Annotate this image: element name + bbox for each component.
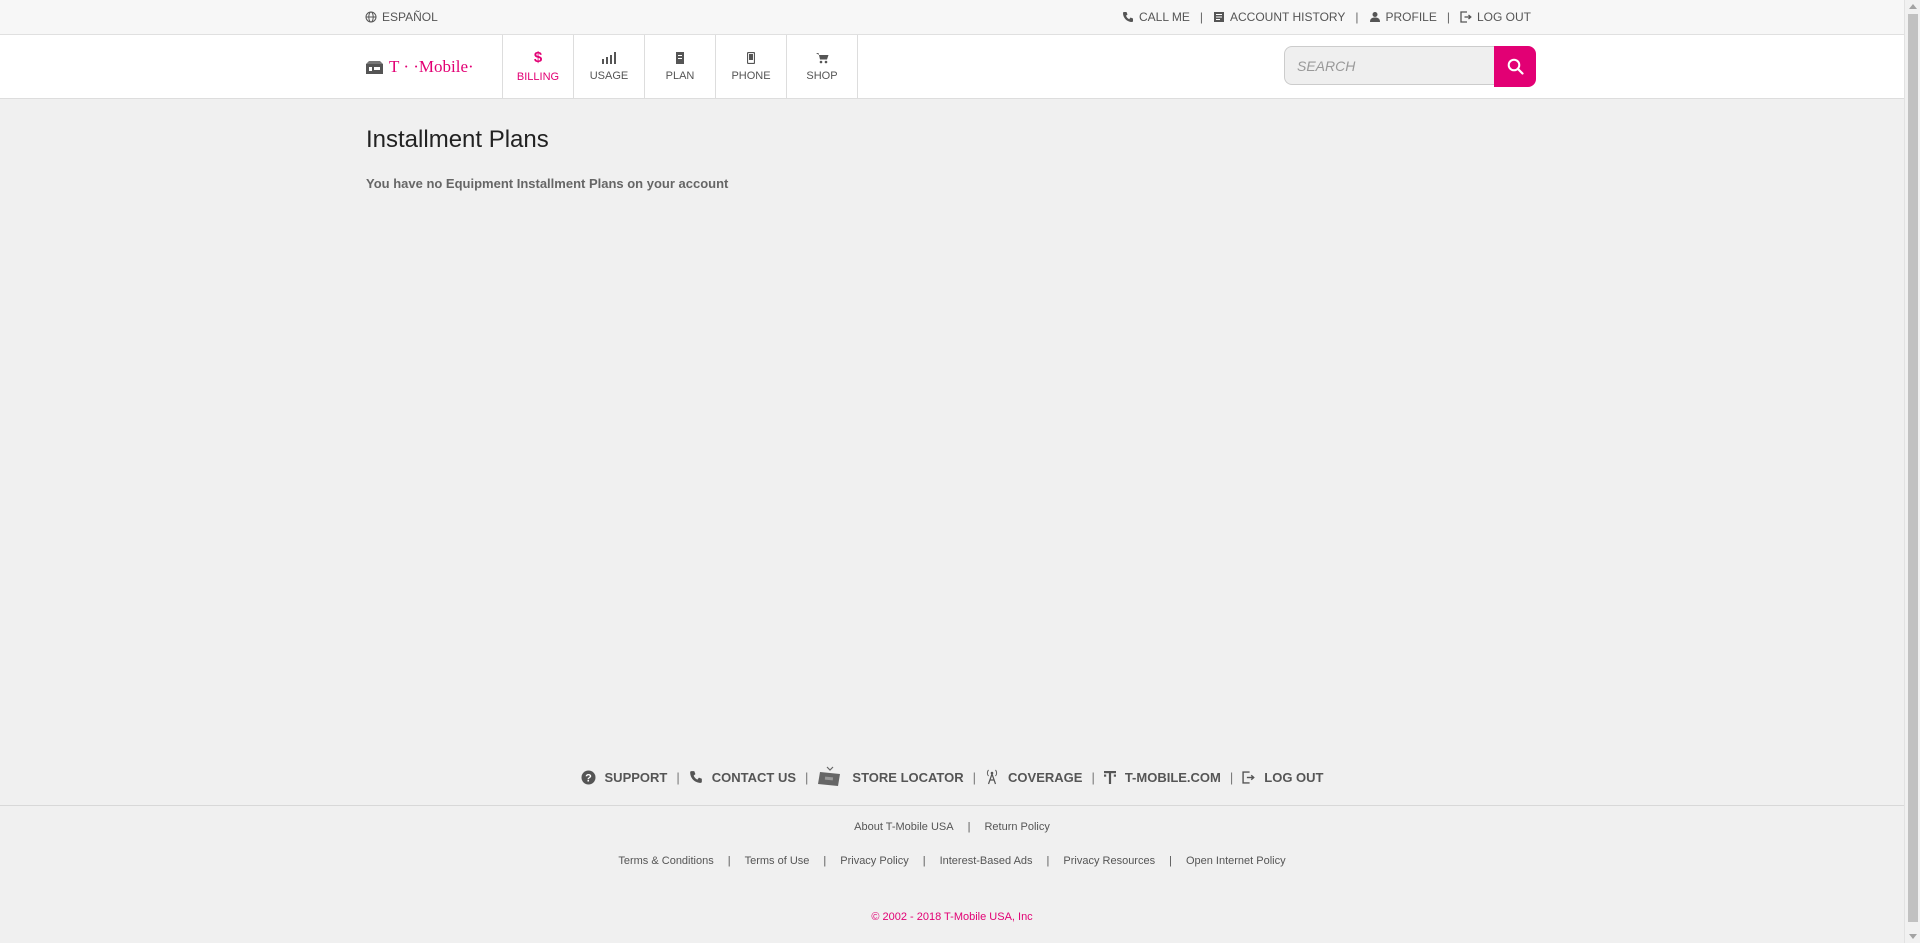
footer-separator: | xyxy=(805,769,809,785)
footer-separator: | xyxy=(1229,769,1234,785)
footer-support-label: SUPPORT xyxy=(604,769,668,785)
user-icon xyxy=(1369,11,1381,23)
legal-separator: | xyxy=(1046,855,1050,867)
logout-icon xyxy=(1460,11,1472,23)
copyright: © 2002 - 2018 T-Mobile USA, Inc xyxy=(871,911,1033,923)
footer-divider xyxy=(0,805,1904,806)
footer-tmobile-label: T-MOBILE.COM xyxy=(1124,769,1221,785)
privacy-policy-link[interactable]: Privacy Policy xyxy=(840,855,908,867)
main-header: T · ·Mobile· $ BILLING USAGE PLAN PHONE xyxy=(0,35,1904,99)
legal-separator: | xyxy=(967,821,971,833)
footer-tmobile-link[interactable]: T-MOBILE.COM xyxy=(1103,769,1221,785)
profile-label: PROFILE xyxy=(1385,10,1437,24)
nav-tab-shop[interactable]: SHOP xyxy=(787,35,858,98)
search-icon xyxy=(1507,58,1524,75)
phone-handset-icon xyxy=(1122,11,1134,23)
nav-tab-label: SHOP xyxy=(806,69,838,82)
legal-separator: | xyxy=(823,855,827,867)
nav-tab-label: USAGE xyxy=(589,69,629,82)
mobile-phone-icon xyxy=(747,51,755,64)
history-document-icon xyxy=(1213,11,1225,23)
interest-based-ads-link[interactable]: Interest-Based Ads xyxy=(940,855,1033,867)
footer-separator: | xyxy=(1091,769,1095,785)
footer-nav: ? SUPPORT | CONTACT US | STORE LOCATOR |… xyxy=(0,766,1904,788)
tmobile-logo[interactable]: T · ·Mobile· xyxy=(366,57,474,77)
legal-links-row-1: About T-Mobile USA | Return Policy xyxy=(0,821,1904,833)
footer-contact-link[interactable]: CONTACT US xyxy=(689,770,796,785)
footer-store-locator-link[interactable]: STORE LOCATOR xyxy=(817,766,964,788)
nav-tab-usage[interactable]: USAGE xyxy=(574,35,645,98)
topbar-separator: | xyxy=(1446,10,1450,24)
dollar-icon: $ xyxy=(533,48,543,66)
help-circle-icon: ? xyxy=(581,770,596,785)
main-nav: $ BILLING USAGE PLAN PHONE SHOP xyxy=(502,35,858,98)
account-history-label: ACCOUNT HISTORY xyxy=(1230,10,1346,24)
footer-coverage-link[interactable]: COVERAGE xyxy=(985,769,1082,785)
logout-link[interactable]: LOG OUT xyxy=(1460,10,1531,24)
call-me-label: CALL ME xyxy=(1138,10,1190,24)
shopping-cart-icon xyxy=(815,52,829,64)
footer-store-locator-label: STORE LOCATOR xyxy=(852,769,964,785)
terms-conditions-link[interactable]: Terms & Conditions xyxy=(618,855,713,867)
call-me-link[interactable]: CALL ME xyxy=(1122,10,1190,24)
privacy-resources-link[interactable]: Privacy Resources xyxy=(1063,855,1155,867)
legal-links-row-2: Terms & Conditions | Terms of Use | Priv… xyxy=(0,855,1904,867)
legal-separator: | xyxy=(1169,855,1172,867)
account-history-link[interactable]: ACCOUNT HISTORY xyxy=(1213,10,1345,24)
language-switch[interactable]: ESPAÑOL xyxy=(365,10,438,24)
svg-text:?: ? xyxy=(585,772,592,784)
bar-chart-icon xyxy=(601,51,617,64)
nav-tab-label: PLAN xyxy=(665,69,695,82)
page-title: Installment Plans xyxy=(366,126,549,153)
scroll-down-arrow-icon[interactable] xyxy=(1909,934,1917,939)
nav-tab-phone[interactable]: PHONE xyxy=(716,35,787,98)
return-policy-link[interactable]: Return Policy xyxy=(984,821,1049,833)
nav-tab-label: BILLING xyxy=(516,70,560,83)
language-label: ESPAÑOL xyxy=(382,10,438,24)
logout-icon xyxy=(1242,770,1256,784)
legal-separator: | xyxy=(727,855,731,867)
utility-bar: ESPAÑOL CALL ME | ACCOUNT HISTORY | PROF… xyxy=(0,0,1904,35)
nav-tab-label: PHONE xyxy=(731,69,771,82)
empty-state-message: You have no Equipment Installment Plans … xyxy=(366,176,729,191)
footer-contact-label: CONTACT US xyxy=(711,769,797,785)
t-logo-icon xyxy=(1103,770,1116,784)
open-internet-policy-link[interactable]: Open Internet Policy xyxy=(1186,855,1286,867)
footer-separator: | xyxy=(676,769,680,785)
store-sign-icon xyxy=(817,766,843,788)
footer-coverage-label: COVERAGE xyxy=(1008,769,1083,785)
nav-tab-billing[interactable]: $ BILLING xyxy=(503,35,574,98)
profile-link[interactable]: PROFILE xyxy=(1369,10,1437,24)
search-button[interactable] xyxy=(1494,46,1536,87)
store-logo-icon xyxy=(366,60,383,74)
nav-tab-plan[interactable]: PLAN xyxy=(645,35,716,98)
footer-logout-label: LOG OUT xyxy=(1264,769,1324,785)
cell-tower-icon xyxy=(985,769,999,785)
logout-label: LOG OUT xyxy=(1476,10,1531,24)
search-input[interactable] xyxy=(1284,46,1494,85)
search-box xyxy=(1284,46,1536,87)
footer-support-link[interactable]: ? SUPPORT xyxy=(581,769,668,785)
document-icon xyxy=(675,51,685,64)
logo-text: T · ·Mobile· xyxy=(389,57,474,76)
legal-separator: | xyxy=(922,855,926,867)
about-link[interactable]: About T-Mobile USA xyxy=(854,821,953,833)
topbar-separator: | xyxy=(1199,10,1204,24)
scrollbar-thumb[interactable] xyxy=(1908,14,1918,922)
footer-separator: | xyxy=(972,769,977,785)
terms-of-use-link[interactable]: Terms of Use xyxy=(745,855,810,867)
phone-handset-icon xyxy=(689,770,703,784)
vertical-scrollbar[interactable] xyxy=(1904,0,1920,943)
globe-icon xyxy=(365,11,377,23)
footer-logout-link[interactable]: LOG OUT xyxy=(1242,770,1323,785)
topbar-separator: | xyxy=(1355,10,1359,24)
scroll-up-arrow-icon[interactable] xyxy=(1909,4,1917,9)
